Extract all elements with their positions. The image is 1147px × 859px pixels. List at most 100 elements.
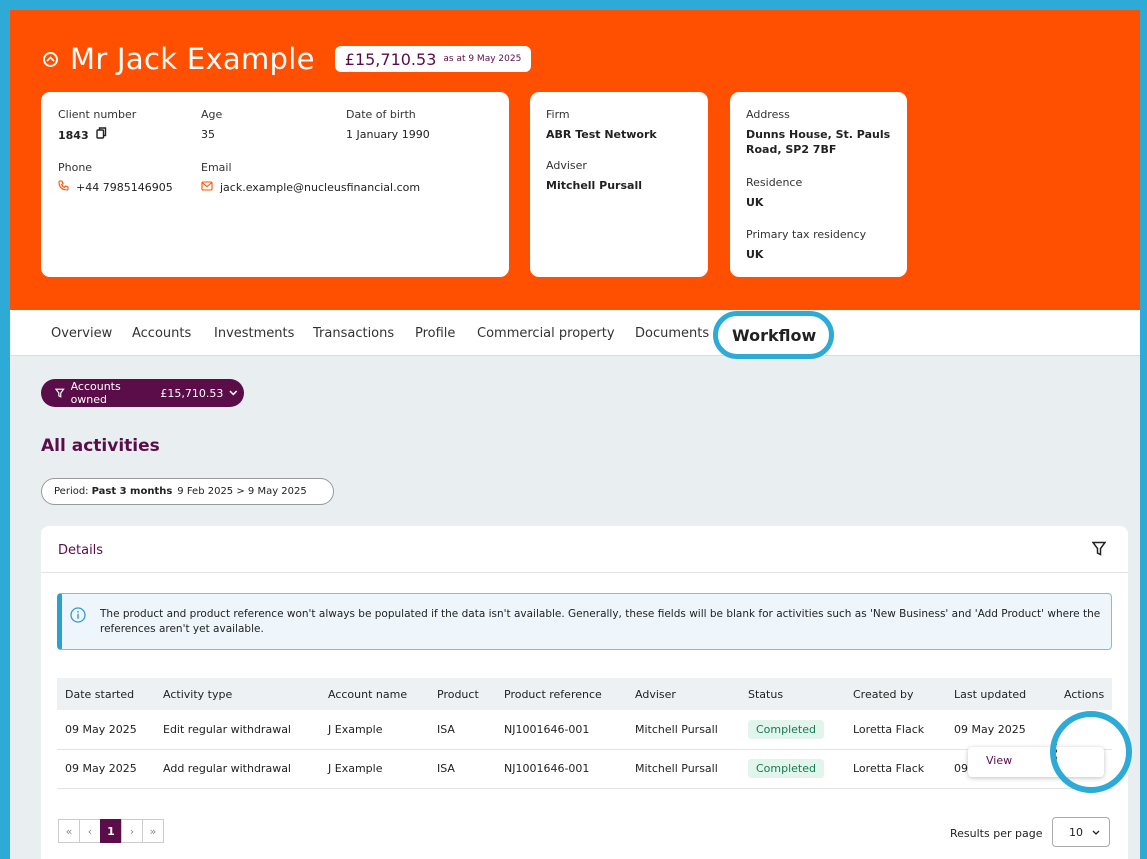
client-title: Mr Jack Example £15,710.53 as at 9 May 2… <box>43 42 532 76</box>
col-account-name[interactable]: Account name <box>320 678 429 710</box>
cell-account-name: J Example <box>320 749 429 789</box>
col-actions: Actions <box>1056 678 1112 710</box>
firm-label: Firm <box>546 108 570 121</box>
client-tabs: Overview Accounts Investments Transactio… <box>10 310 1140 356</box>
tab-profile[interactable]: Profile <box>415 326 455 341</box>
address-card: Address Dunns House, St. Pauls Road, SP2… <box>730 92 907 277</box>
copy-icon[interactable] <box>95 127 107 143</box>
phone-label: Phone <box>58 161 93 174</box>
chevron-down-icon <box>1092 830 1100 835</box>
tax-residency-field: Primary tax residency UK <box>746 228 866 262</box>
address-label: Address <box>746 108 790 121</box>
phone-number[interactable]: +44 7985146905 <box>76 180 173 195</box>
client-name: Mr Jack Example <box>70 42 315 76</box>
results-per-page-value: 10 <box>1069 825 1083 839</box>
col-product-reference[interactable]: Product reference <box>496 678 627 710</box>
actions-highlight-ring <box>1050 711 1132 793</box>
dob-label: Date of birth <box>346 108 416 121</box>
address-field: Address Dunns House, St. Pauls Road, SP2… <box>746 108 896 157</box>
address-value: Dunns House, St. Pauls Road, SP2 7BF <box>746 128 891 156</box>
chevron-down-icon <box>229 390 238 396</box>
details-panel: Details The product and product referenc… <box>41 526 1128 859</box>
phone-field: Phone +44 7985146905 <box>58 161 173 195</box>
cell-activity-type: Add regular withdrawal <box>155 749 320 789</box>
tab-commercial-property[interactable]: Commercial property <box>477 326 615 341</box>
col-product[interactable]: Product <box>429 678 496 710</box>
residence-field: Residence UK <box>746 176 802 210</box>
info-icon <box>70 607 86 623</box>
dob-value: 1 January 1990 <box>346 128 430 141</box>
col-status[interactable]: Status <box>740 678 845 710</box>
age-label: Age <box>201 108 223 121</box>
cell-last-updated: 09 May 2025 <box>946 710 1056 750</box>
details-header: Details <box>41 526 1128 573</box>
section-title: All activities <box>41 436 160 456</box>
client-number-field: Client number 1843 <box>58 108 136 143</box>
age-value: 35 <box>201 128 215 141</box>
cell-date-started: 09 May 2025 <box>57 749 155 789</box>
email-field: Email jack.example@nucleusfinancial.com <box>201 161 420 195</box>
tab-overview[interactable]: Overview <box>51 326 112 341</box>
tab-transactions[interactable]: Transactions <box>313 326 394 341</box>
last-page-button[interactable]: » <box>142 819 164 843</box>
cell-product: ISA <box>429 749 496 789</box>
value-as-at: as at 9 May 2025 <box>443 54 522 64</box>
residence-label: Residence <box>746 176 803 189</box>
col-adviser[interactable]: Adviser <box>627 678 740 710</box>
activities-table: Date started Activity type Account name … <box>57 678 1112 789</box>
accounts-owned-label: Accounts owned <box>70 380 121 406</box>
dob-field: Date of birth 1 January 1990 <box>346 108 430 142</box>
info-banner: The product and product reference won't … <box>57 593 1112 650</box>
menu-item-view[interactable]: View <box>986 754 1012 767</box>
table-row: 09 May 2025 Edit regular withdrawal J Ex… <box>57 710 1112 750</box>
cell-date-started: 09 May 2025 <box>57 710 155 750</box>
email-address[interactable]: jack.example@nucleusfinancial.com <box>220 180 420 195</box>
period-filter[interactable]: Period: Past 3 months 9 Feb 2025 > 9 May… <box>41 478 334 505</box>
prev-page-button[interactable]: ‹ <box>79 819 101 843</box>
col-last-updated[interactable]: Last updated <box>946 678 1056 710</box>
collapse-icon[interactable] <box>43 51 58 67</box>
page-1-button[interactable]: 1 <box>100 819 122 843</box>
next-page-button[interactable]: › <box>121 819 143 843</box>
accounts-owned-filter[interactable]: Accounts owned £15,710.53 <box>41 379 244 407</box>
tab-accounts[interactable]: Accounts <box>132 326 191 341</box>
client-number-label: Client number <box>58 108 137 121</box>
tab-investments[interactable]: Investments <box>214 326 294 341</box>
status-badge: Completed <box>748 759 824 778</box>
cell-created-by: Loretta Flack <box>845 710 946 750</box>
tab-documents[interactable]: Documents <box>635 326 709 341</box>
app-frame: Mr Jack Example £15,710.53 as at 9 May 2… <box>10 10 1140 859</box>
cell-product-reference: NJ1001646-001 <box>496 749 627 789</box>
col-created-by[interactable]: Created by <box>845 678 946 710</box>
adviser-label: Adviser <box>546 159 587 172</box>
first-page-button[interactable]: « <box>58 819 80 843</box>
portfolio-value-badge: £15,710.53 as at 9 May 2025 <box>334 46 532 72</box>
details-title: Details <box>58 543 104 558</box>
email-label: Email <box>201 161 232 174</box>
cell-product-reference: NJ1001646-001 <box>496 710 627 750</box>
results-per-page-label: Results per page <box>950 827 1043 840</box>
cell-product: ISA <box>429 710 496 750</box>
firm-value: ABR Test Network <box>546 128 657 141</box>
info-text: The product and product reference won't … <box>100 608 1101 635</box>
cell-account-name: J Example <box>320 710 429 750</box>
cell-status: Completed <box>740 710 845 750</box>
accounts-owned-value: £15,710.53 <box>160 386 224 400</box>
email-value: jack.example@nucleusfinancial.com <box>201 180 420 195</box>
cell-adviser: Mitchell Pursall <box>627 710 740 750</box>
age-field: Age 35 <box>201 108 222 142</box>
cell-created-by: Loretta Flack <box>845 749 946 789</box>
cell-status: Completed <box>740 749 845 789</box>
filter-icon <box>55 388 65 398</box>
col-date-started[interactable]: Date started <box>57 678 155 710</box>
cell-activity-type: Edit regular withdrawal <box>155 710 320 750</box>
table-row: 09 May 2025 Add regular withdrawal J Exa… <box>57 749 1112 789</box>
firm-field: Firm ABR Test Network <box>546 108 657 142</box>
period-label: Period: <box>54 486 89 497</box>
cell-adviser: Mitchell Pursall <box>627 749 740 789</box>
adviser-field: Adviser Mitchell Pursall <box>546 159 642 193</box>
col-activity-type[interactable]: Activity type <box>155 678 320 710</box>
adviser-value: Mitchell Pursall <box>546 179 642 192</box>
results-per-page-select[interactable]: 10 <box>1052 817 1110 847</box>
filter-icon[interactable] <box>1092 541 1106 556</box>
